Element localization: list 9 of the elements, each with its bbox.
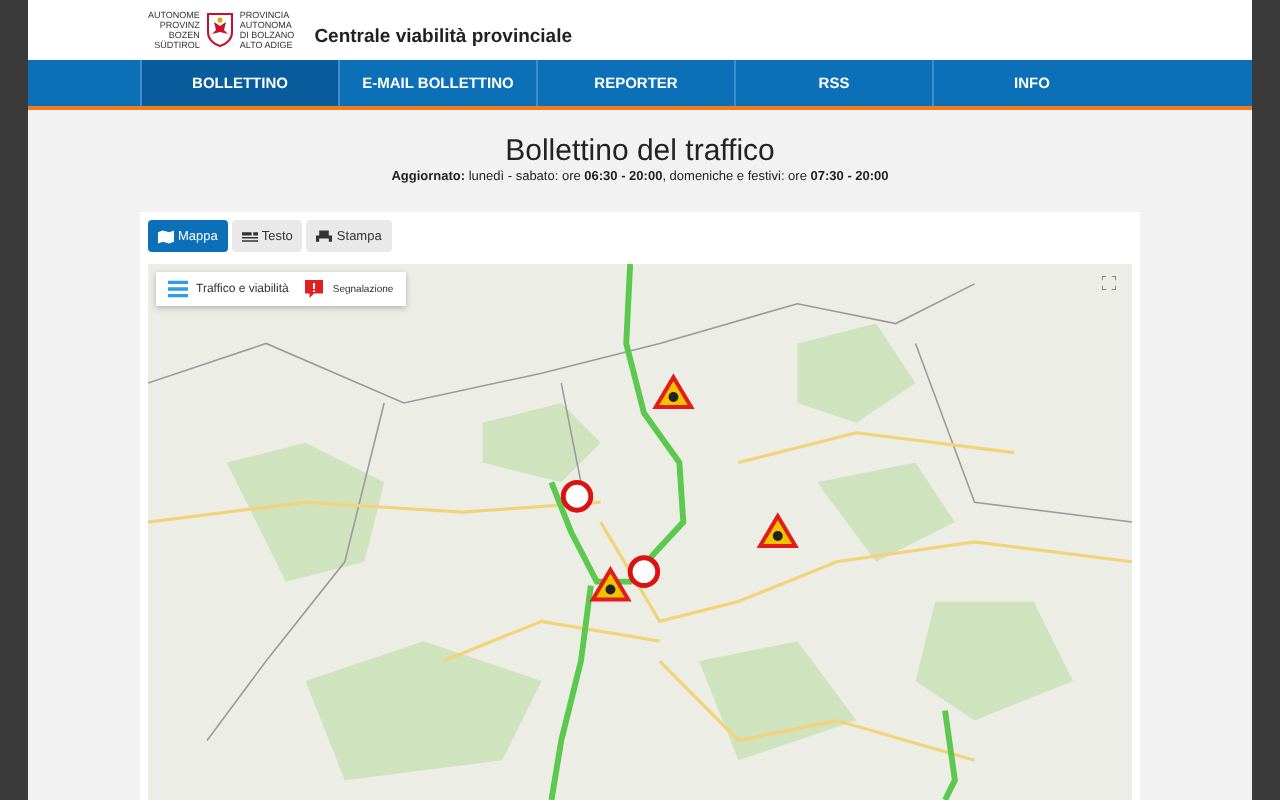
site-title: Centrale viabilità provinciale (314, 25, 573, 47)
fullscreen-icon[interactable] (1102, 276, 1116, 290)
page-title: Bollettino del traffico (505, 134, 775, 168)
printer-icon (316, 229, 333, 243)
eagle-shield-icon (205, 12, 234, 48)
exclamation-icon (304, 280, 325, 298)
text-lines-icon (241, 229, 258, 243)
map-icon (158, 229, 174, 243)
list-icon (168, 280, 188, 298)
